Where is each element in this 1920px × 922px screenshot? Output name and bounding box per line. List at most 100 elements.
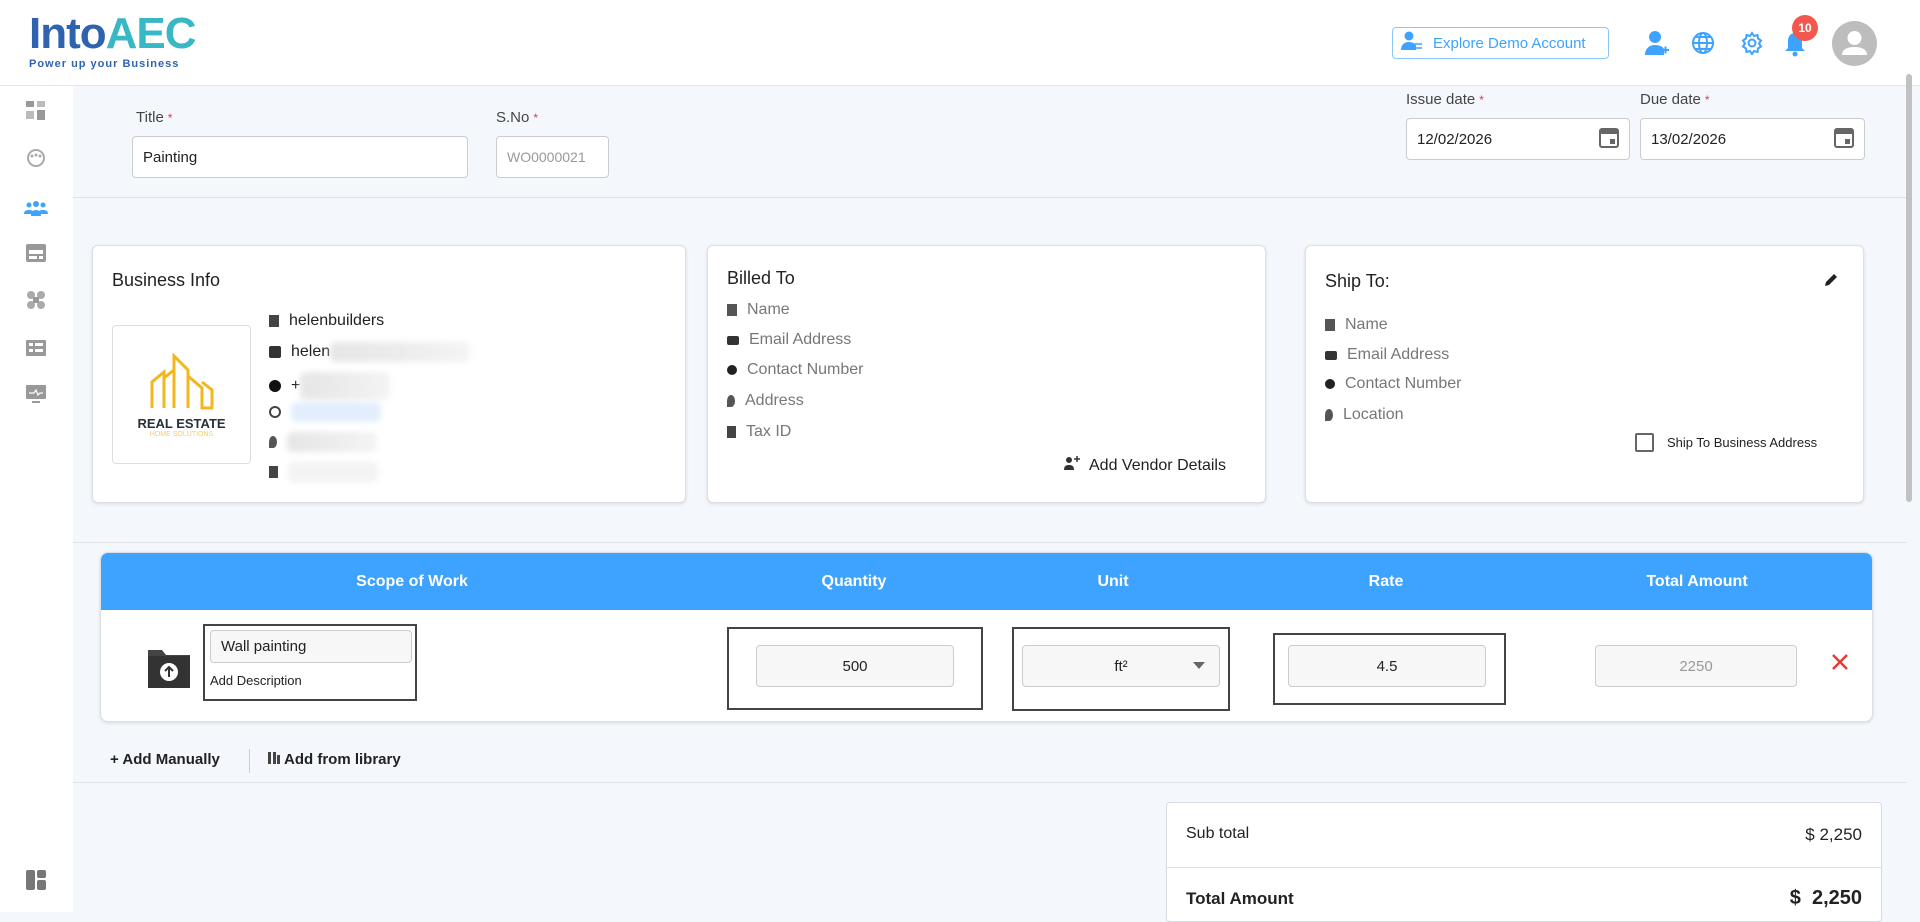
billed-name-field: Name: [727, 301, 790, 319]
billed-contact-field: Contact Number: [727, 361, 864, 379]
list-report-icon[interactable]: [22, 336, 50, 360]
explore-demo-label: Explore Demo Account: [1433, 34, 1586, 52]
issue-date-value: 12/02/2026: [1417, 130, 1493, 148]
business-email-row: helen: [269, 342, 471, 362]
brand-name: Into: [29, 9, 107, 58]
edit-pencil-icon[interactable]: [1823, 272, 1839, 293]
billed-taxid-field: Tax ID: [727, 423, 791, 441]
subtotal-label: Sub total: [1186, 825, 1250, 842]
email-icon: [1325, 350, 1337, 360]
library-icon: [268, 751, 280, 768]
column-header-quantity: Quantity: [821, 573, 887, 590]
add-manually-button[interactable]: + Add Manually: [110, 751, 220, 768]
integrations-icon[interactable]: [22, 288, 50, 312]
top-header: IntoAEC Power up your Business Explore D…: [0, 0, 1920, 86]
user-switch-icon: [1401, 31, 1423, 55]
layout-toggle-icon[interactable]: [22, 868, 50, 892]
building-icon: [727, 304, 737, 316]
add-user-icon[interactable]: [1645, 30, 1669, 61]
add-from-library-button[interactable]: Add from library: [268, 751, 401, 768]
total-amount-label: Total Amount: [1186, 889, 1294, 908]
ship-to-business-address-option[interactable]: Ship To Business Address: [1635, 433, 1817, 452]
calendar-icon[interactable]: [1599, 126, 1619, 152]
business-info-title: Business Info: [112, 270, 221, 290]
due-date-label: Due date *: [1640, 91, 1710, 108]
globe-icon[interactable]: [1691, 31, 1715, 60]
ship-to-title: Ship To:: [1325, 271, 1390, 291]
ship-to-business-checkbox[interactable]: [1635, 433, 1654, 452]
settings-gear-icon[interactable]: [1740, 31, 1764, 60]
quantity-input[interactable]: 500: [756, 645, 954, 687]
email-icon: [727, 335, 739, 345]
quantity-field-box: 500: [727, 627, 983, 710]
ship-name-field: Name: [1325, 316, 1388, 334]
user-avatar[interactable]: [1832, 21, 1877, 66]
divider: [73, 542, 1906, 543]
scope-of-work-table: Scope of Work Quantity Unit Rate Total A…: [100, 552, 1873, 722]
ship-to-business-label: Ship To Business Address: [1667, 435, 1818, 450]
add-user-icon: [1064, 456, 1080, 475]
sno-input[interactable]: WO0000021: [496, 136, 609, 178]
billed-address-field: Address: [727, 392, 804, 410]
globe-icon: [269, 406, 281, 418]
notification-badge: 10: [1792, 15, 1818, 41]
add-vendor-details-button[interactable]: Add Vendor Details: [1064, 456, 1226, 475]
upload-folder-icon[interactable]: [146, 644, 192, 695]
divider: [73, 782, 1906, 783]
building-icon: [269, 315, 279, 327]
brand-name-accent: AEC: [105, 9, 197, 58]
brand-logo[interactable]: IntoAEC Power up your Business: [29, 9, 197, 71]
page-scrollbar[interactable]: [1906, 74, 1912, 502]
unit-value: ft²: [1114, 657, 1128, 675]
subtotal-value: $ 2,250: [1805, 825, 1862, 844]
document-icon: [727, 426, 736, 438]
billed-to-card: Billed To Name Email Address Contact Num…: [707, 245, 1266, 503]
billed-email-field: Email Address: [727, 331, 851, 349]
phone-icon: [727, 365, 737, 375]
total-amount-input: 2250: [1595, 645, 1797, 687]
building-icon: [1325, 319, 1335, 331]
due-date-input[interactable]: 13/02/2026: [1640, 118, 1865, 160]
location-pin-icon: [1325, 409, 1333, 421]
phone-icon: [269, 380, 281, 392]
issue-date-input[interactable]: 12/02/2026: [1406, 118, 1630, 160]
totals-summary: Sub total $ 2,250 Total Amount $ 2,250: [1166, 802, 1882, 922]
delete-row-icon[interactable]: [1831, 653, 1849, 676]
document-icon: [269, 466, 278, 478]
rate-input[interactable]: 4.5: [1288, 645, 1486, 687]
business-taxid-row: [269, 462, 378, 482]
monitor-activity-icon[interactable]: [22, 382, 50, 406]
location-pin-icon: [269, 436, 277, 448]
ship-to-card: Ship To: Name Email Address Contact Numb…: [1305, 245, 1864, 503]
issue-date-label: Issue date *: [1406, 91, 1484, 108]
divider: [1167, 867, 1881, 868]
add-description-link[interactable]: Add Description: [210, 673, 302, 688]
total-amount-value: $ 2,250: [1789, 887, 1862, 909]
clients-handshake-icon[interactable]: [22, 146, 50, 170]
table-header: Scope of Work Quantity Unit Rate Total A…: [101, 553, 1872, 610]
unit-field-box: ft²: [1012, 627, 1230, 711]
sno-label: S.No *: [496, 109, 539, 126]
team-users-icon[interactable]: [22, 196, 50, 220]
dashboard-icon[interactable]: [22, 99, 50, 123]
dropdown-arrow-icon: [1193, 662, 1205, 669]
business-phone-row: +: [269, 372, 391, 400]
business-website-row: [269, 402, 381, 422]
phone-icon: [1325, 379, 1335, 389]
business-logo: REAL ESTATE HOME SOLUTIONS: [112, 325, 251, 464]
business-info-card: Business Info REAL ESTATE HOME SOLUTIONS…: [92, 245, 686, 503]
explore-demo-button[interactable]: Explore Demo Account: [1392, 27, 1609, 59]
unit-select[interactable]: ft²: [1022, 645, 1220, 687]
email-icon: [269, 346, 281, 358]
title-input[interactable]: Painting: [132, 136, 468, 178]
business-address-row: [269, 432, 377, 452]
column-header-total-amount: Total Amount: [1646, 573, 1748, 590]
billed-to-title: Billed To: [727, 268, 795, 288]
rate-field-box: 4.5: [1273, 633, 1506, 705]
divider: [73, 197, 1906, 198]
scope-field-group: Wall painting Add Description: [203, 624, 417, 701]
calendar-icon[interactable]: [1834, 126, 1854, 152]
ship-email-field: Email Address: [1325, 346, 1449, 364]
scope-input[interactable]: Wall painting: [210, 630, 412, 663]
invoice-icon[interactable]: [22, 241, 50, 265]
